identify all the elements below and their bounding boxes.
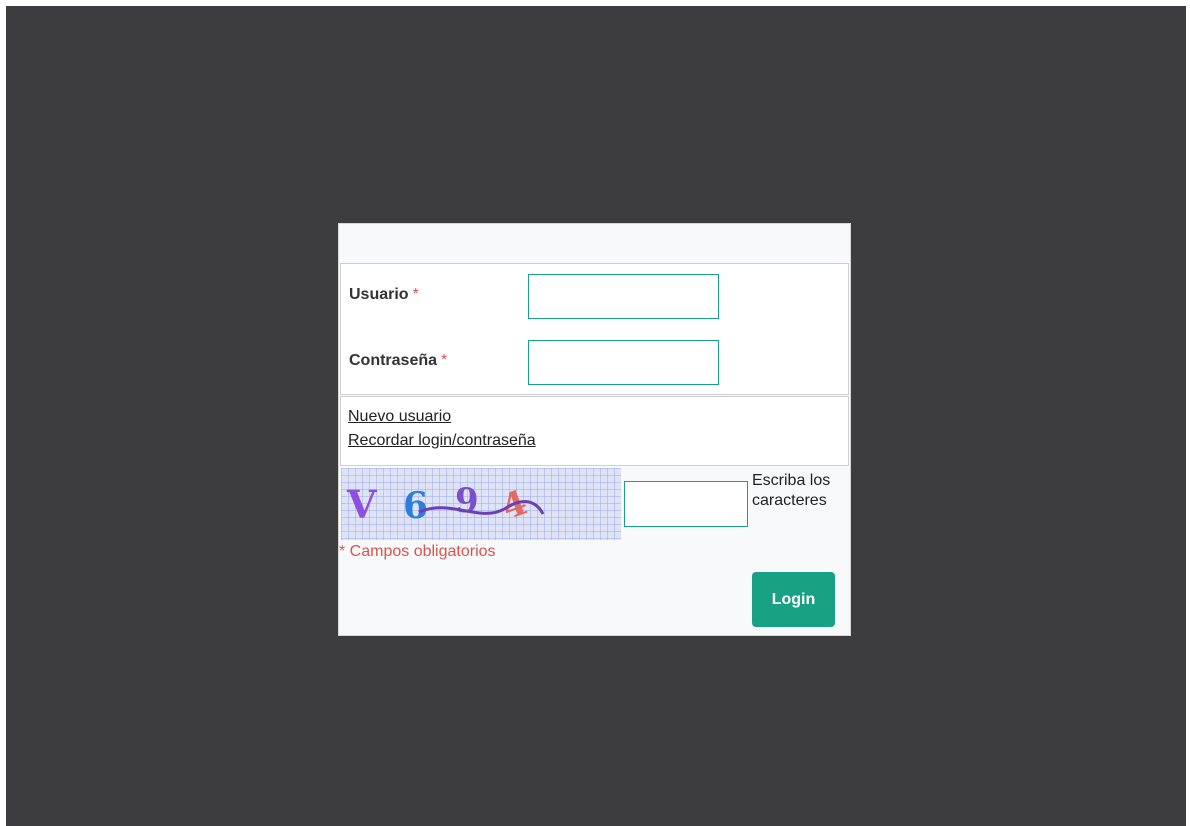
required-asterisk: *: [412, 286, 419, 303]
login-dialog: Usuario * Contraseña * Nuevo usuario Recor…: [338, 223, 851, 636]
login-button[interactable]: Login: [752, 572, 835, 627]
new-user-link[interactable]: Nuevo usuario: [348, 408, 451, 426]
captcha-hint: Escriba los caracteres: [752, 472, 831, 509]
required-asterisk: *: [441, 352, 448, 369]
credentials-panel: Usuario * Contraseña *: [340, 263, 849, 395]
remember-login-link[interactable]: Recordar login/contraseña: [348, 432, 536, 450]
captcha-image: V 6 9 4: [341, 468, 621, 540]
svg-text:9: 9: [455, 481, 479, 521]
username-input[interactable]: [528, 274, 719, 319]
captcha-input[interactable]: [624, 481, 748, 527]
password-label: Contraseña *: [349, 352, 447, 370]
password-input[interactable]: [528, 340, 719, 385]
username-label: Usuario *: [349, 286, 419, 304]
required-fields-note: * Campos obligatorios: [339, 543, 496, 560]
svg-text:6: 6: [403, 485, 428, 527]
account-links-panel: Nuevo usuario Recordar login/contraseña: [340, 396, 849, 466]
svg-text:V: V: [346, 482, 378, 527]
username-label-text: Usuario: [349, 286, 409, 303]
password-label-text: Contraseña: [349, 352, 438, 369]
